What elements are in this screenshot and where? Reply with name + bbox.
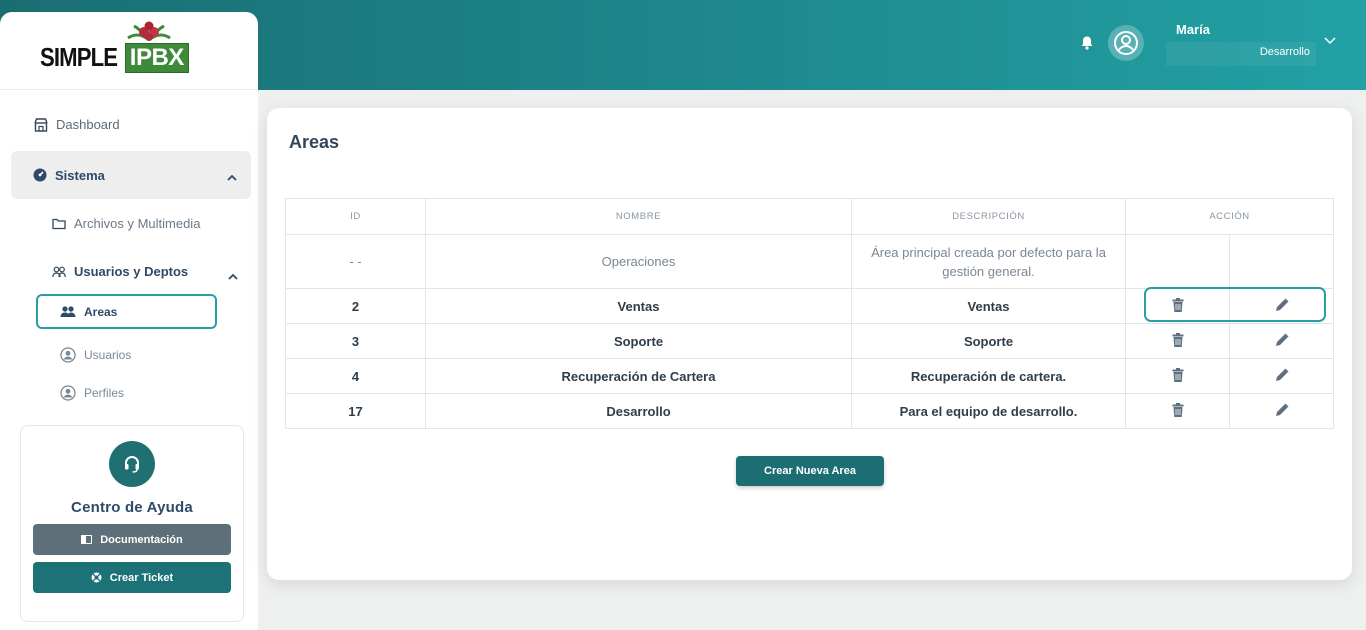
documentation-button[interactable]: Documentación xyxy=(33,524,231,555)
book-icon xyxy=(81,535,93,544)
cell-descripcion: Recuperación de cartera. xyxy=(851,358,1126,394)
nav-usuarios-deptos[interactable]: Usuarios y Deptos xyxy=(52,264,238,280)
nav-sistema-label: Sistema xyxy=(55,167,105,183)
cell-id: 2 xyxy=(285,288,426,324)
nav-areas[interactable]: Areas xyxy=(36,294,217,329)
areas-card: Areas ID NOMBRE DESCRIPCIÓN ACCIÓN - - O… xyxy=(267,108,1352,580)
cell-edit xyxy=(1229,393,1334,429)
cell-descripcion: Soporte xyxy=(851,323,1126,359)
table-row: 3 Soporte Soporte xyxy=(285,323,1334,359)
help-center-title: Centro de Ayuda xyxy=(71,499,193,516)
logo-area: SIMPLE IPBX xyxy=(0,12,258,90)
user-name: María xyxy=(1176,22,1210,37)
pencil-icon[interactable] xyxy=(1275,298,1289,312)
chevron-up-icon[interactable] xyxy=(228,268,238,283)
store-icon xyxy=(34,117,48,132)
cell-edit xyxy=(1229,288,1334,324)
cell-id: 3 xyxy=(285,323,426,359)
trash-icon[interactable] xyxy=(1172,297,1184,312)
nav-usuarios-label: Usuarios xyxy=(84,348,132,362)
nav-usuarios-deptos-label: Usuarios y Deptos xyxy=(74,264,189,279)
nav-usuarios[interactable]: Usuarios xyxy=(60,347,131,363)
documentation-label: Documentación xyxy=(100,533,183,546)
nav-archivos[interactable]: Archivos y Multimedia xyxy=(52,216,200,231)
cell-action-empty xyxy=(1125,234,1230,289)
trash-icon[interactable] xyxy=(1172,332,1184,347)
nav-perfiles[interactable]: Perfiles xyxy=(60,385,124,401)
folder-icon xyxy=(52,218,66,230)
table-header-row: ID NOMBRE DESCRIPCIÓN ACCIÓN xyxy=(285,198,1334,235)
cell-delete xyxy=(1125,323,1230,359)
user-circle-icon xyxy=(60,385,76,401)
cell-descripcion: Para el equipo de desarrollo. xyxy=(851,393,1126,429)
user-department: Desarrollo xyxy=(1259,46,1310,58)
table-row: 2 Ventas Ventas xyxy=(285,288,1334,324)
user-area: María Desarrollo xyxy=(1078,18,1336,68)
cell-nombre: Recuperación de Cartera xyxy=(425,358,852,394)
cell-edit xyxy=(1229,358,1334,394)
cell-id: - - xyxy=(285,234,426,289)
table-row: 17 Desarrollo Para el equipo de desarrol… xyxy=(285,393,1334,429)
logo[interactable]: SIMPLE IPBX xyxy=(40,21,189,73)
trash-icon[interactable] xyxy=(1172,367,1184,382)
nav-areas-label: Areas xyxy=(84,304,118,319)
users-icon xyxy=(52,266,66,278)
pencil-icon[interactable] xyxy=(1275,403,1289,417)
nav-dashboard-label: Dashboard xyxy=(56,117,120,132)
headset-icon xyxy=(109,441,155,487)
pencil-icon[interactable] xyxy=(1275,368,1289,382)
table-row: 4 Recuperación de Cartera Recuperación d… xyxy=(285,358,1334,394)
cell-nombre: Desarrollo xyxy=(425,393,852,429)
column-header-accion: ACCIÓN xyxy=(1125,198,1334,235)
trash-icon[interactable] xyxy=(1172,402,1184,417)
cell-nombre: Soporte xyxy=(425,323,852,359)
cell-edit xyxy=(1229,323,1334,359)
user-circle-icon xyxy=(60,347,76,363)
cell-id: 4 xyxy=(285,358,426,394)
logo-text-simple: SIMPLE xyxy=(40,42,118,72)
page-title: Areas xyxy=(289,132,340,152)
help-center-card: Centro de Ayuda Documentación Crear Tick… xyxy=(20,425,244,622)
table-row: - - Operaciones Área principal creada po… xyxy=(285,234,1334,289)
create-area-button[interactable]: Crear Nueva Area xyxy=(736,456,884,486)
column-header-nombre: NOMBRE xyxy=(425,198,852,235)
nav-archivos-label: Archivos y Multimedia xyxy=(74,216,201,231)
areas-table: ID NOMBRE DESCRIPCIÓN ACCIÓN - - Operaci… xyxy=(285,198,1334,429)
create-ticket-label: Crear Ticket xyxy=(109,571,174,584)
chevron-up-icon[interactable] xyxy=(227,169,237,184)
nav-sistema[interactable]: Sistema xyxy=(11,151,251,199)
user-menu[interactable]: María Desarrollo xyxy=(1166,18,1336,68)
chevron-down-icon[interactable] xyxy=(1324,32,1336,50)
cell-delete xyxy=(1125,358,1230,394)
cell-descripcion: Área principal creada por defecto para l… xyxy=(851,234,1126,289)
cell-delete xyxy=(1125,288,1230,324)
column-header-descripcion: DESCRIPCIÓN xyxy=(851,198,1126,235)
cell-id: 17 xyxy=(285,393,426,429)
gauge-icon xyxy=(33,168,47,182)
bell-icon[interactable] xyxy=(1078,34,1096,52)
sidebar: SIMPLE IPBX Dashboard Sistema Archivos y… xyxy=(0,12,258,630)
nav-perfiles-label: Perfiles xyxy=(84,386,125,400)
pencil-icon[interactable] xyxy=(1275,333,1289,347)
lifebuoy-icon xyxy=(91,572,102,583)
create-ticket-button[interactable]: Crear Ticket xyxy=(33,562,231,593)
logo-berries-icon xyxy=(124,20,174,51)
cell-action-empty xyxy=(1229,234,1334,289)
cell-delete xyxy=(1125,393,1230,429)
nav-dashboard[interactable]: Dashboard xyxy=(34,117,120,132)
cell-nombre: Operaciones xyxy=(425,234,852,289)
user-group-icon xyxy=(60,305,76,318)
column-header-id: ID xyxy=(285,198,426,235)
avatar[interactable] xyxy=(1108,25,1144,61)
cell-descripcion: Ventas xyxy=(851,288,1126,324)
cell-nombre: Ventas xyxy=(425,288,852,324)
